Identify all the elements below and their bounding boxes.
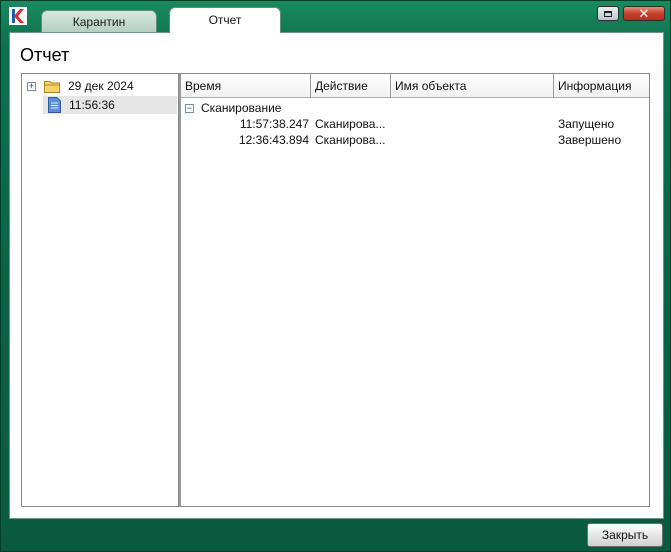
tab-quarantine[interactable]: Карантин bbox=[41, 10, 157, 32]
expand-icon[interactable]: + bbox=[27, 81, 36, 91]
tab-report[interactable]: Отчет bbox=[169, 7, 281, 33]
page-title: Отчет bbox=[20, 45, 70, 65]
column-header-action[interactable]: Действие bbox=[311, 74, 391, 98]
cell-action: Сканирова... bbox=[315, 117, 386, 131]
report-table: Время Действие Имя объекта Информация − … bbox=[179, 73, 650, 507]
report-content-area: Отчет + 29 дек 2024 11:56:36 Время Дейст… bbox=[9, 32, 664, 519]
report-tree[interactable]: + 29 дек 2024 11:56:36 bbox=[21, 73, 179, 507]
kaspersky-k-icon bbox=[9, 7, 27, 25]
tree-item-date[interactable]: + 29 дек 2024 bbox=[27, 77, 177, 95]
folder-icon bbox=[44, 80, 60, 93]
cell-information: Запущено bbox=[558, 117, 615, 131]
cell-information: Завершено bbox=[558, 133, 622, 147]
close-button[interactable]: Закрыть bbox=[587, 523, 663, 547]
column-header-information[interactable]: Информация bbox=[554, 74, 649, 98]
restore-icon bbox=[604, 10, 612, 17]
window-close-button[interactable]: ✕ bbox=[623, 6, 665, 21]
column-header-time[interactable]: Время bbox=[181, 74, 311, 98]
cell-time: 12:36:43.894 bbox=[238, 133, 309, 147]
group-row-scanning[interactable]: − Сканирование bbox=[185, 100, 281, 116]
column-header-object-name[interactable]: Имя объекта bbox=[391, 74, 554, 98]
table-row[interactable]: 12:36:43.894 Сканирова... Завершено bbox=[181, 132, 649, 148]
collapse-icon[interactable]: − bbox=[185, 103, 194, 113]
application-window: Карантин Отчет ✕ Отчет + 29 дек 2024 11:… bbox=[0, 0, 671, 552]
cell-time: 11:57:38.247 bbox=[239, 117, 309, 131]
table-row[interactable]: 11:57:38.247 Сканирова... Запущено bbox=[181, 116, 649, 132]
close-icon: ✕ bbox=[638, 6, 650, 21]
tree-item-time[interactable]: 11:56:36 bbox=[43, 96, 177, 114]
group-label: Сканирование bbox=[201, 101, 282, 115]
restore-button[interactable] bbox=[597, 6, 619, 21]
tree-item-label: 29 дек 2024 bbox=[68, 79, 134, 93]
document-icon bbox=[48, 97, 61, 113]
cell-action: Сканирова... bbox=[315, 133, 386, 147]
tree-item-label: 11:56:36 bbox=[69, 98, 115, 112]
